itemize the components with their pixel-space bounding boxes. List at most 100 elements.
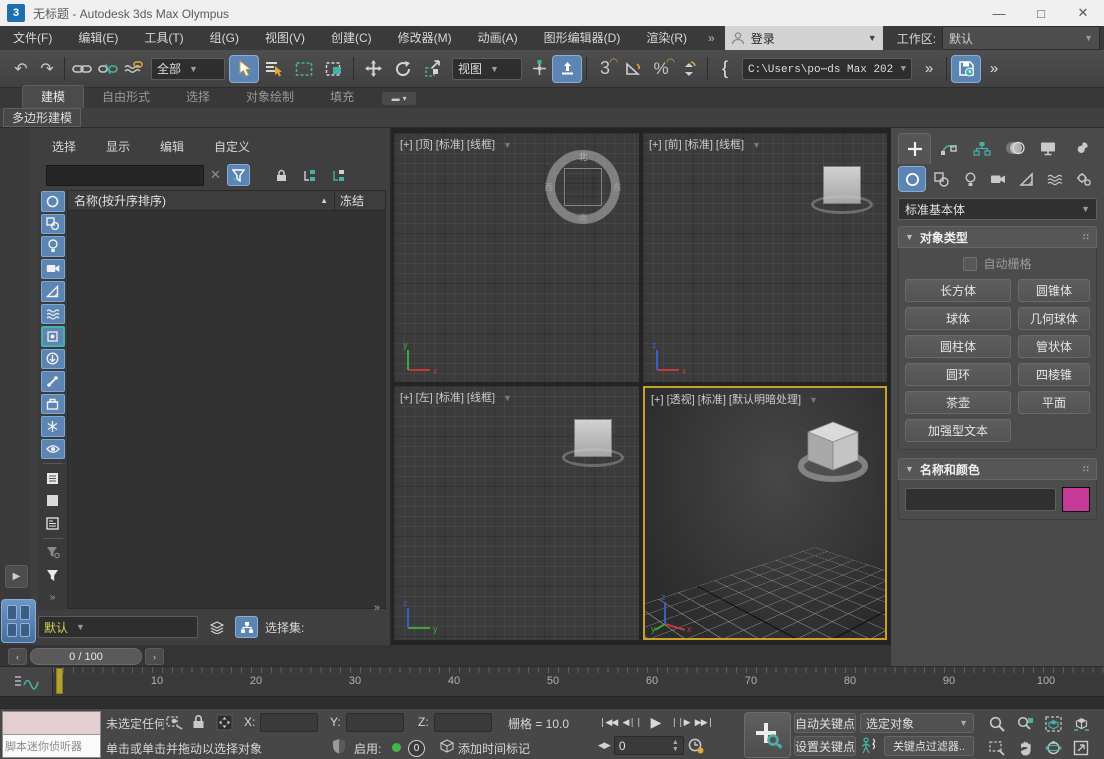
display-properties-icon[interactable]	[41, 513, 65, 534]
footer-overflow-chevron[interactable]: »	[374, 602, 380, 614]
workspace-dropdown[interactable]: 默认 ▼	[942, 26, 1100, 50]
percent-snap-toggle[interactable]: %◠	[647, 55, 675, 83]
viewport-front[interactable]: [+] [前] [标准] [线框]▼ xz	[643, 133, 887, 382]
sign-in-dropdown[interactable]: 登录 ▼	[725, 26, 883, 50]
tree-expand-icon[interactable]	[299, 164, 322, 186]
ribbon-tab-populate[interactable]: 填充	[312, 86, 372, 108]
snap-toggle-3d[interactable]: 3◠	[591, 55, 619, 83]
zoom-extents-all-icon[interactable]	[1068, 713, 1094, 734]
mini-curve-editor-button[interactable]	[0, 667, 53, 696]
menu-create[interactable]: 创建(C)	[318, 26, 385, 50]
select-move-button[interactable]	[358, 55, 388, 83]
redo-button[interactable]: ↷	[34, 55, 60, 83]
time-slider-frame-indicator[interactable]: 0 / 100	[30, 648, 142, 665]
play-button[interactable]: ▶	[646, 713, 666, 731]
window-crossing-toggle[interactable]	[319, 55, 349, 83]
maximize-button[interactable]: □	[1020, 0, 1062, 26]
prev-frame-arrow[interactable]: ‹	[8, 648, 27, 665]
search-filter-button[interactable]	[227, 164, 250, 186]
plane-button[interactable]: 平面	[1018, 391, 1090, 414]
listener-macro-row[interactable]	[3, 712, 100, 735]
menu-modifiers[interactable]: 修改器(M)	[385, 26, 465, 50]
angle-snap-toggle[interactable]	[619, 55, 647, 83]
filter-xrefs-icon[interactable]	[41, 349, 65, 370]
edit-named-selection-button[interactable]: {	[712, 55, 738, 83]
tab-modify[interactable]	[933, 133, 964, 163]
textplus-button[interactable]: 加强型文本	[905, 419, 1011, 442]
viewcube-menu-icon[interactable]: ▼	[503, 140, 512, 150]
explorer-object-list[interactable]	[68, 211, 385, 608]
tab-display[interactable]	[1033, 133, 1064, 163]
orbit-icon[interactable]	[1040, 737, 1066, 758]
spinner-arrows[interactable]: ▲▼	[672, 739, 679, 753]
auto-key-button[interactable]: 自动关键点	[794, 713, 856, 733]
x-coordinate-field[interactable]	[260, 713, 318, 732]
menu-animation[interactable]: 动画(A)	[465, 26, 531, 50]
hierarchy-view-icon[interactable]	[235, 616, 258, 638]
polygon-modeling-panel-button[interactable]: 多边形建模	[3, 108, 81, 127]
add-time-tag[interactable]: 添加时间标记	[458, 740, 530, 757]
select-by-name-button[interactable]	[259, 55, 289, 83]
expand-panel-arrow-button[interactable]: ▶	[5, 565, 28, 588]
menu-edit[interactable]: 编辑(E)	[65, 26, 131, 50]
geosphere-button[interactable]: 几何球体	[1018, 307, 1090, 330]
sphere-button[interactable]: 球体	[905, 307, 1011, 330]
previous-frame-button[interactable]: ◀❘❘	[622, 713, 642, 731]
category-spacewarps[interactable]	[1042, 166, 1068, 192]
close-button[interactable]: ✕	[1062, 0, 1104, 26]
category-shapes[interactable]	[928, 166, 954, 192]
display-layers-icon[interactable]	[41, 468, 65, 489]
zoom-region-icon[interactable]	[984, 737, 1010, 758]
filter-bones-icon[interactable]	[41, 371, 65, 392]
viewcube-menu-icon[interactable]: ▼	[503, 393, 512, 403]
pan-hand-icon[interactable]	[1012, 737, 1038, 758]
toolbar-overflow-chevron-2[interactable]: »	[981, 55, 1007, 83]
viewcube-menu-icon[interactable]: ▼	[752, 140, 761, 150]
category-geometry[interactable]	[898, 166, 926, 192]
viewport-left-label[interactable]: [+] [左] [标准] [线框]▼	[400, 389, 512, 405]
select-link-icon[interactable]	[69, 55, 95, 83]
explorer-menu-customize[interactable]: 自定义	[214, 138, 250, 155]
listener-script-row[interactable]: 脚本迷你侦听器	[3, 735, 100, 757]
snaps-toggle-move-icon[interactable]	[526, 55, 552, 83]
current-frame-field[interactable]: 0 ▲▼	[614, 736, 684, 755]
zoom-extents-icon[interactable]	[1040, 713, 1066, 734]
category-cameras[interactable]	[985, 166, 1011, 192]
filter-containers-icon[interactable]	[41, 394, 65, 415]
box-button[interactable]: 长方体	[905, 279, 1011, 302]
spinner-snap-toggle[interactable]	[675, 55, 703, 83]
time-ruler[interactable]: 0 10 20 30 40 50 60 70 80 90 100	[53, 667, 1104, 696]
viewcube-menu-icon[interactable]: ▼	[809, 395, 818, 405]
select-object-button[interactable]	[229, 55, 259, 83]
menu-tools[interactable]: 工具(T)	[131, 26, 196, 50]
name-column-header[interactable]: 名称(按升序排序) ▲	[68, 191, 335, 210]
save-file-button[interactable]	[951, 55, 981, 83]
set-key-button[interactable]: 设置关键点	[794, 736, 856, 756]
lock-explorer-icon[interactable]	[270, 164, 293, 186]
ribbon-tab-modeling[interactable]: 建模	[22, 85, 84, 108]
viewport-top-label[interactable]: [+] [顶] [标准] [线框]▼	[400, 136, 512, 152]
use-pivot-center-button[interactable]	[552, 55, 582, 83]
strip-overflow-chevron[interactable]: »	[41, 587, 65, 608]
maximize-viewport-toggle-icon[interactable]	[1068, 737, 1094, 758]
rectangular-selection-region-button[interactable]	[289, 55, 319, 83]
explorer-menu-edit[interactable]: 编辑	[160, 138, 184, 155]
enable-status-dot[interactable]	[392, 743, 401, 752]
reference-coordinate-dropdown[interactable]: 视图▼	[452, 58, 522, 80]
toolbar-overflow-chevron[interactable]: »	[916, 55, 942, 83]
y-coordinate-field[interactable]	[346, 713, 404, 732]
filter-groups-icon[interactable]	[41, 326, 65, 347]
object-name-field[interactable]	[905, 488, 1056, 511]
filter-shapes-icon[interactable]	[41, 214, 65, 235]
viewport-perspective[interactable]: [+] [透视] [标准] [默认明暗处理]▼ xyz	[643, 386, 887, 640]
cylinder-button[interactable]: 圆柱体	[905, 335, 1011, 358]
bind-spacewarp-icon[interactable]	[121, 55, 147, 83]
category-lights[interactable]	[957, 166, 983, 192]
torus-button[interactable]: 圆环	[905, 363, 1011, 386]
viewport-perspective-label[interactable]: [+] [透视] [标准] [默认明暗处理]▼	[651, 391, 818, 407]
unlink-icon[interactable]	[95, 55, 121, 83]
explorer-menu-select[interactable]: 选择	[52, 138, 76, 155]
viewport-top[interactable]: [+] [顶] [标准] [线框]▼ 北 南 东 西 xy	[394, 133, 639, 382]
viewcube-top[interactable]: 北 南 东 西	[546, 150, 620, 224]
filter-funnel-icon[interactable]	[41, 565, 65, 586]
